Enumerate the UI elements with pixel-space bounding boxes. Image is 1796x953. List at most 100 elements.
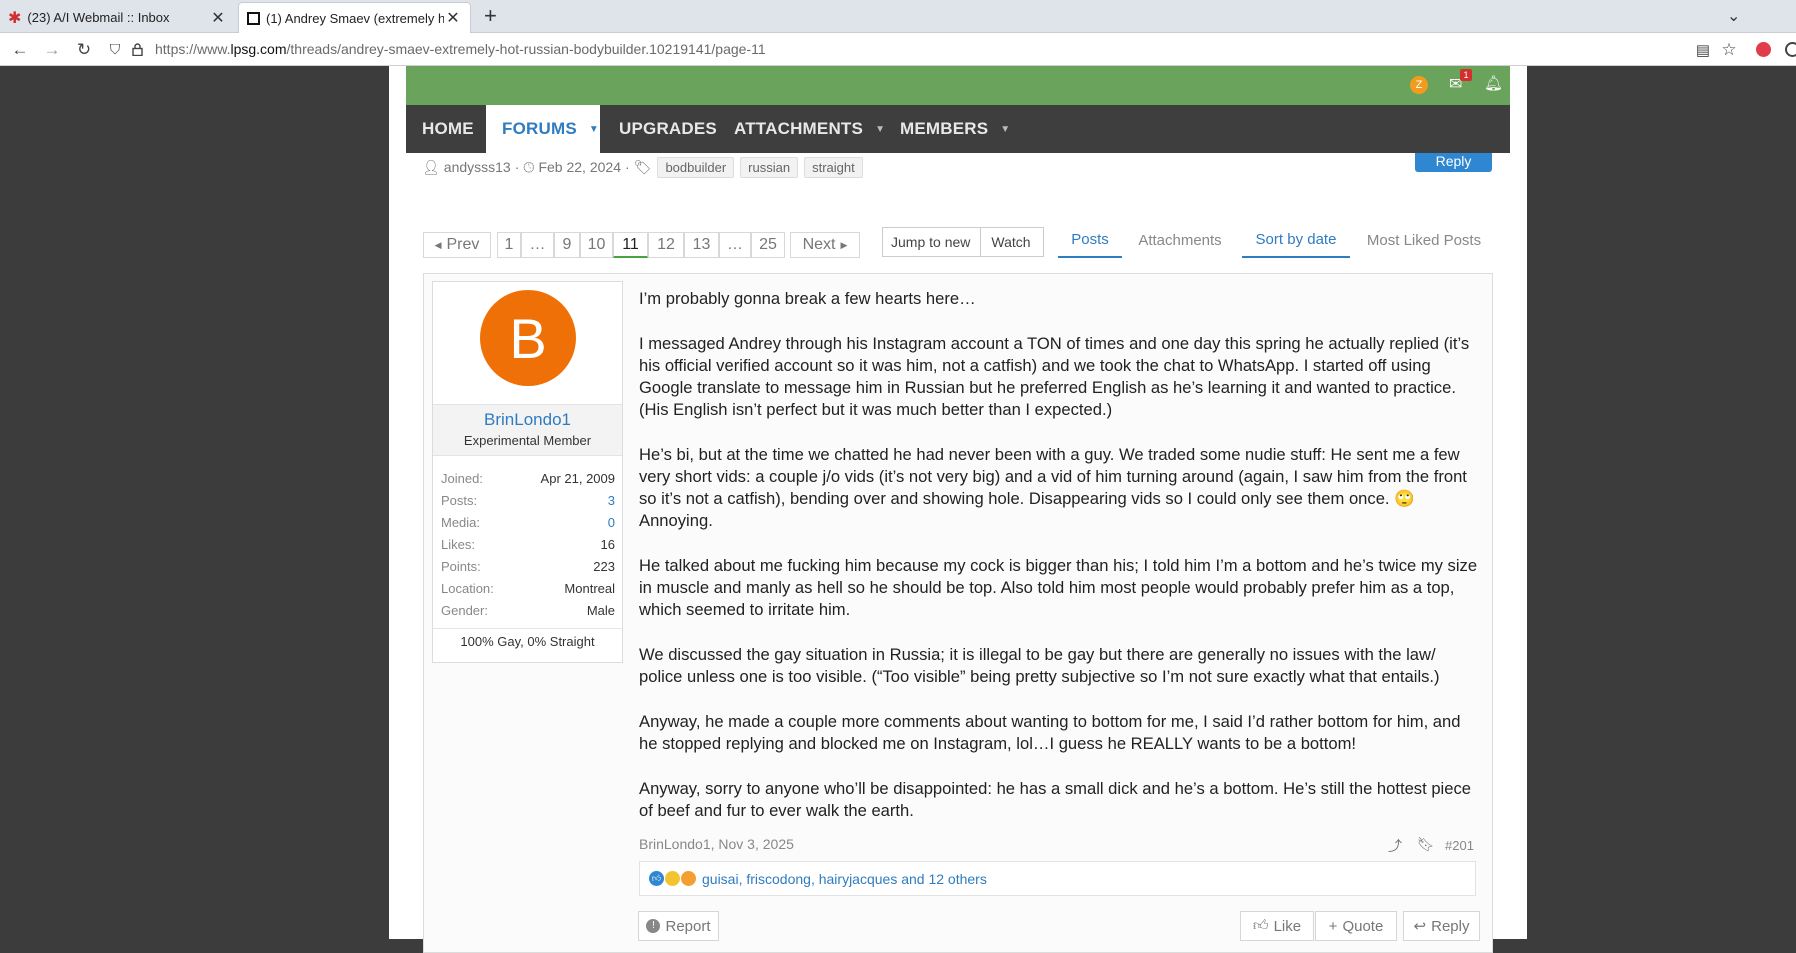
url-domain: lpsg.com (230, 41, 287, 57)
user-stat: Location: Montreal (441, 581, 615, 601)
bell-icon[interactable]: 🔔︎ (1484, 74, 1503, 92)
love-reaction-icon (681, 871, 696, 886)
chevron-down-icon[interactable]: ▼ (875, 124, 885, 135)
nav-members-label: MEMBERS (900, 119, 989, 138)
close-tab-icon[interactable]: ✕ (209, 8, 227, 28)
post-number[interactable]: #201 (1445, 838, 1474, 853)
nav-members[interactable]: MEMBERS ▼ (900, 105, 1010, 153)
pagination-next[interactable]: Next ▶ (790, 232, 860, 258)
pagination-page[interactable]: 25 (751, 232, 785, 258)
pagination-ellipsis[interactable]: … (521, 232, 554, 258)
nav-forums[interactable]: FORUMS ▼ (486, 105, 600, 153)
thread-tag[interactable]: russian (740, 156, 799, 178)
stat-value-link[interactable]: 0 (608, 515, 615, 535)
post-paragraph: He’s bi, but at the time we chatted he h… (639, 445, 1467, 530)
lock-icon[interactable] (128, 33, 146, 66)
post-body: I’m probably gonna break a few hearts he… (639, 288, 1479, 845)
tab-sort-by-date[interactable]: Sort by date (1242, 222, 1350, 258)
bookmark-star-icon[interactable]: ☆ (1718, 33, 1740, 66)
like-reaction-icon: 👍︎ (649, 871, 664, 886)
reactions-bar[interactable]: 👍︎ guisai, friscodong, hairyjacques and … (639, 861, 1476, 896)
tab-posts[interactable]: Posts (1058, 222, 1122, 258)
chevron-down-icon[interactable]: ▼ (1000, 124, 1010, 135)
thread-author[interactable]: andysss13 (444, 159, 511, 175)
stat-key: Gender: (441, 603, 488, 618)
nav-forums-label: FORUMS (502, 119, 577, 138)
pagination-page-current[interactable]: 11 (613, 232, 648, 258)
tab-title: (1) Andrey Smaev (extremely hot r (266, 10, 444, 26)
user-title: Experimental Member (463, 433, 592, 448)
next-label: Next (802, 236, 836, 253)
browser-tab-bar: ✱ (23) A/I Webmail :: Inbox ✕ (1) Andrey… (0, 0, 1796, 33)
caret-left-icon: ◀ (434, 239, 442, 250)
stat-key: Points: (441, 559, 481, 574)
quote-button[interactable]: + Quote (1315, 911, 1397, 941)
user-stat: Likes: 16 (441, 537, 615, 557)
ublock-icon[interactable] (1756, 42, 1771, 57)
pagination-page[interactable]: 10 (580, 232, 613, 258)
forward-icon[interactable]: → (38, 33, 66, 66)
stat-key: Media: (441, 515, 481, 530)
browser-tab-webmail[interactable]: ✱ (23) A/I Webmail :: Inbox ✕ (0, 2, 235, 33)
reader-view-icon[interactable]: ▤ (1692, 33, 1714, 66)
tab-most-liked[interactable]: Most Liked Posts (1356, 222, 1492, 258)
caret-right-icon: ▶ (840, 239, 848, 250)
nav-home[interactable]: HOME (422, 105, 474, 153)
nav-upgrades[interactable]: UPGRADES (619, 105, 717, 153)
thread-actions: Jump to new Watch (882, 227, 1044, 257)
pagination-ellipsis[interactable]: … (719, 232, 751, 258)
thread-date[interactable]: Feb 22, 2024 (538, 159, 621, 175)
stat-value: Male (586, 603, 615, 618)
avatar[interactable]: B (480, 290, 576, 386)
new-tab-icon[interactable]: + (484, 3, 497, 29)
reactions-users[interactable]: guisai, friscodong, hairyjacques and 12 … (702, 871, 987, 887)
post-footer-meta[interactable]: BrinLondo1, Nov 3, 2025 (639, 836, 794, 852)
stat-value-link[interactable]: 3 (608, 493, 615, 513)
bookmark-icon[interactable]: 🔖︎ (1417, 836, 1435, 853)
pagination-page[interactable]: 12 (648, 232, 684, 258)
stat-key: Location: (441, 581, 494, 596)
user-stat: Points: 223 (441, 559, 615, 579)
tab-list-chevron-down-icon[interactable]: ⌄ (1727, 6, 1740, 26)
webmail-favicon-icon: ✱ (8, 9, 22, 27)
post-username[interactable]: BrinLondo1 (433, 410, 622, 430)
pagination-page[interactable]: 13 (684, 232, 719, 258)
tab-attachments[interactable]: Attachments (1122, 222, 1238, 258)
share-icon[interactable]: ⤴ (1388, 836, 1402, 856)
clock-icon: 🕓︎ (523, 158, 535, 175)
url-bar[interactable]: https://www.lpsg.com/threads/andrey-smae… (155, 41, 766, 57)
reload-icon[interactable]: ↻ (70, 33, 98, 66)
close-tab-icon[interactable]: ✕ (444, 8, 462, 28)
user-icon: 👤︎ (422, 158, 440, 175)
browser-tab-active[interactable]: (1) Andrey Smaev (extremely hot r ✕ (238, 2, 471, 33)
extension-icon[interactable] (1785, 42, 1796, 57)
site-header-bar: Z ✉ 1 🔔︎ (406, 66, 1510, 105)
post-paragraph: I’m probably gonna break a few hearts he… (639, 289, 976, 308)
back-icon[interactable]: ← (6, 33, 34, 66)
user-stat: Joined: Apr 21, 2009 (441, 471, 615, 491)
tab-title: (23) A/I Webmail :: Inbox (27, 10, 170, 25)
thread-reply-button[interactable]: Reply (1415, 153, 1492, 172)
stat-value: 16 (600, 537, 615, 552)
chevron-down-icon[interactable]: ▼ (589, 124, 599, 135)
post-paragraph: I messaged Andrey through his Instagram … (639, 334, 1470, 419)
divider (433, 628, 622, 629)
shield-icon[interactable]: ⛉ (106, 33, 124, 66)
pagination-prev[interactable]: ◀ Prev (423, 232, 491, 258)
reply-button[interactable]: ↩ Reply (1403, 911, 1480, 941)
pagination-page[interactable]: 9 (554, 232, 580, 258)
thread-tag[interactable]: straight (804, 156, 863, 178)
jump-to-new-button[interactable]: Jump to new (891, 234, 970, 250)
reply-arrow-icon: ↩ (1413, 918, 1427, 935)
post-paragraph: We discussed the gay situation in Russia… (639, 645, 1440, 686)
user-stat: Gender: Male (441, 603, 615, 623)
pagination-page[interactable]: 1 (497, 232, 521, 258)
user-avatar[interactable]: Z (1410, 76, 1428, 94)
url-prefix: https://www. (155, 41, 231, 57)
report-button[interactable]: ! Report (638, 911, 719, 941)
nav-attachments[interactable]: ATTACHMENTS ▼ (734, 105, 885, 153)
thread-tag[interactable]: bodbuilder (657, 156, 735, 178)
like-button[interactable]: 👍︎ Like (1240, 911, 1314, 941)
watch-button[interactable]: Watch (991, 234, 1030, 250)
tags-icon: 🏷︎ (633, 158, 652, 175)
